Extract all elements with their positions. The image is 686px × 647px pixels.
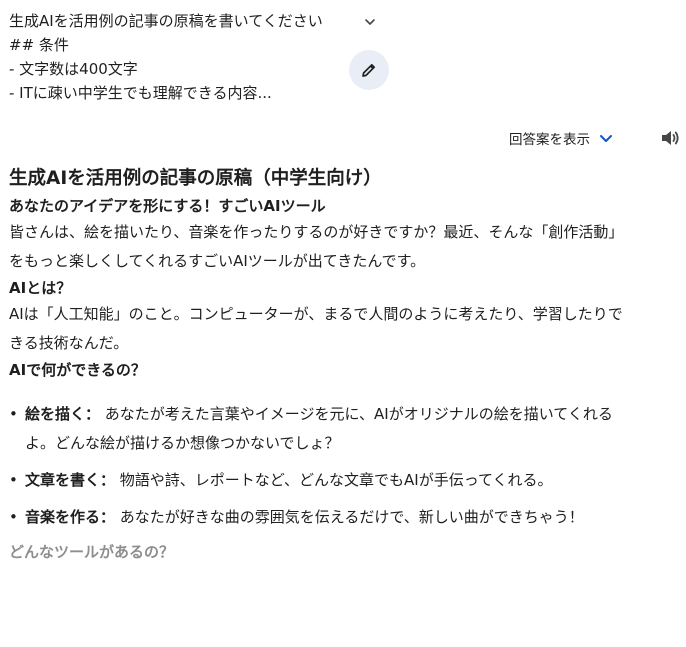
bullet: • — [9, 405, 18, 423]
section-heading: どんなツールがあるの？ — [9, 543, 175, 561]
list-item-term: 絵を描く： — [25, 405, 101, 423]
speaker-icon — [662, 131, 679, 145]
section-heading: AIとは？ — [9, 279, 72, 297]
list-item-desc: あなたが好きな曲の雰囲気を伝えるだけで、新しい曲ができちゃう！ — [115, 508, 584, 526]
bullet: • — [9, 471, 18, 489]
edit-prompt-button[interactable] — [349, 50, 389, 90]
user-prompt: 生成AIを活用例の記事の原稿を書いてください ## 条件 - 文字数は400文字… — [9, 9, 349, 105]
read-aloud-button[interactable] — [658, 126, 682, 150]
section-heading: AIで何ができるの？ — [9, 361, 146, 379]
section-paragraph: AIは「人工知能」のこと。コンピューターが、まるで人間のように考えたり、学習した… — [9, 305, 623, 352]
list-item-term: 文章を書く： — [25, 471, 116, 489]
list-item: • 文章を書く： 物語や詩、レポートなど、どんな文章でもAIが手伝ってくれる。 — [9, 466, 637, 495]
pencil-icon — [362, 63, 376, 77]
response-title: 生成AIを活用例の記事の原稿（中学生向け） — [9, 168, 382, 189]
response-body: 生成AIを活用例の記事の原稿（中学生向け） あなたのアイデアを形にする！すごいA… — [9, 164, 637, 564]
chevron-down-icon — [365, 19, 375, 25]
prompt-line: 生成AIを活用例の記事の原稿を書いてください — [9, 12, 323, 30]
feature-list: • 絵を描く： あなたが考えた言葉やイメージを元に、AIがオリジナルの絵を描いて… — [9, 400, 637, 532]
list-item: • 音楽を作る： あなたが好きな曲の雰囲気を伝えるだけで、新しい曲ができちゃう！ — [9, 503, 637, 532]
prompt-line: - ITに疎い中学生でも理解できる内容... — [9, 84, 272, 102]
list-item: • 絵を描く： あなたが考えた言葉やイメージを元に、AIがオリジナルの絵を描いて… — [9, 400, 637, 458]
list-item-desc: あなたが考えた言葉やイメージを元に、AIがオリジナルの絵を描いてくれるよ。どんな… — [25, 405, 613, 452]
prompt-line: - 文字数は400文字 — [9, 60, 138, 78]
bullet: • — [9, 508, 18, 526]
show-drafts-button[interactable]: 回答案を表示 — [509, 126, 614, 150]
section-heading: あなたのアイデアを形にする！すごいAIツール — [9, 197, 326, 215]
show-drafts-label: 回答案を表示 — [509, 132, 590, 148]
list-item-desc: 物語や詩、レポートなど、どんな文章でもAIが手伝ってくれる。 — [115, 471, 553, 489]
chevron-down-icon — [600, 135, 612, 142]
prompt-line: ## 条件 — [9, 36, 69, 54]
list-item-term: 音楽を作る： — [25, 508, 116, 526]
expand-prompt-button[interactable] — [360, 12, 380, 32]
section-paragraph: 皆さんは、絵を描いたり、音楽を作ったりするのが好きですか？最近、そんな「創作活動… — [9, 223, 624, 270]
